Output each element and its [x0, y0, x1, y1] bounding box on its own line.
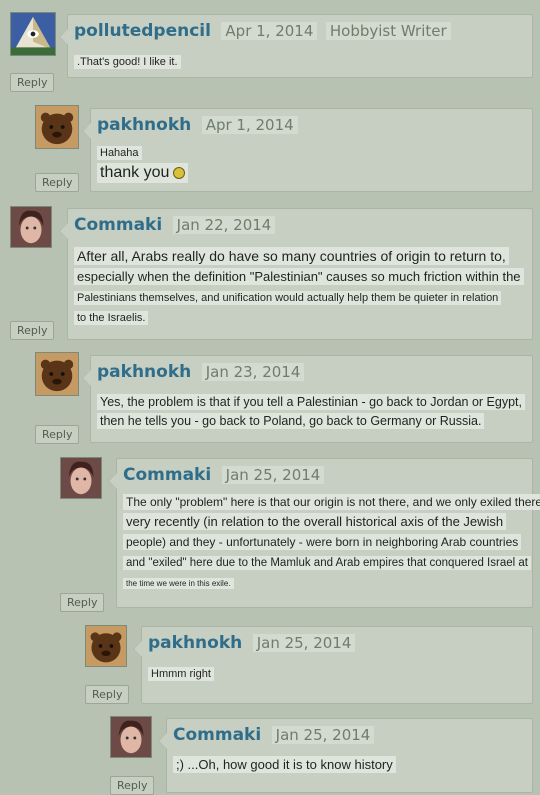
comment-text: Palestinians themselves, and unification…	[74, 291, 502, 305]
comment-text: and "exiled" here due to the Mamluk and …	[123, 556, 531, 570]
bear-avatar-icon	[36, 353, 78, 395]
avatar[interactable]	[35, 352, 79, 396]
comment-text: people) and they - unfortunately - were …	[123, 534, 522, 550]
avatar[interactable]	[85, 625, 127, 667]
comment-text: then he tells you - go back to Poland, g…	[97, 413, 485, 429]
reply-button[interactable]: Reply	[35, 173, 80, 192]
comment-text: The only "problem" here is that our orig…	[123, 494, 540, 510]
username[interactable]: pakhnokh	[97, 115, 191, 135]
reply-button[interactable]: Reply	[60, 593, 105, 612]
username[interactable]: Commaki	[74, 215, 162, 235]
pyramid-avatar-icon	[11, 13, 55, 55]
comment-text: After all, Arabs really do have so many …	[74, 247, 509, 265]
comment-text: especially when the definition "Palestin…	[74, 268, 524, 285]
person-avatar-icon	[111, 717, 151, 757]
comment-date[interactable]: Apr 1, 2014	[221, 22, 318, 40]
comment-date[interactable]: Jan 23, 2014	[201, 363, 305, 381]
comment-text: to the Israelis.	[74, 311, 149, 325]
bear-avatar-icon	[36, 106, 78, 148]
avatar[interactable]	[35, 105, 79, 149]
bear-avatar-icon	[86, 626, 126, 666]
avatar[interactable]	[10, 206, 52, 248]
username[interactable]: pakhnokh	[148, 633, 242, 653]
comment-date[interactable]: Apr 1, 2014	[201, 116, 298, 134]
comment-text: the time we were in this exile.	[123, 578, 234, 589]
smiley-emoticon-icon	[173, 166, 186, 179]
reply-button[interactable]: Reply	[35, 425, 80, 444]
avatar[interactable]	[110, 716, 152, 758]
comment-text: very recently (in relation to the overal…	[123, 513, 507, 530]
user-rank: Hobbyist Writer	[325, 22, 451, 40]
avatar[interactable]	[10, 12, 56, 56]
reply-button[interactable]: Reply	[10, 321, 55, 340]
reply-button[interactable]: Reply	[85, 685, 130, 704]
reply-button[interactable]: Reply	[10, 73, 55, 92]
username[interactable]: Commaki	[173, 725, 261, 745]
reply-button[interactable]: Reply	[110, 776, 155, 795]
comment-text: Hahaha	[97, 146, 142, 160]
person-avatar-icon	[61, 458, 101, 498]
comment-text: Yes, the problem is that if you tell a P…	[97, 394, 525, 410]
comment-text: ;) ...Oh, how good it is to know history	[173, 756, 396, 773]
avatar[interactable]	[60, 457, 102, 499]
comment-date[interactable]: Jan 22, 2014	[172, 216, 276, 234]
username[interactable]: pollutedpencil	[74, 21, 211, 41]
comment-text: Hmmm right	[148, 667, 214, 681]
person-avatar-icon	[11, 207, 51, 247]
comment-text: thank you	[97, 163, 189, 183]
comment-text: .That's good! I like it.	[74, 55, 181, 69]
comment-date[interactable]: Jan 25, 2014	[271, 726, 375, 744]
comment-date[interactable]: Jan 25, 2014	[252, 634, 356, 652]
username[interactable]: Commaki	[123, 465, 211, 485]
comment-date[interactable]: Jan 25, 2014	[221, 466, 325, 484]
username[interactable]: pakhnokh	[97, 362, 191, 382]
